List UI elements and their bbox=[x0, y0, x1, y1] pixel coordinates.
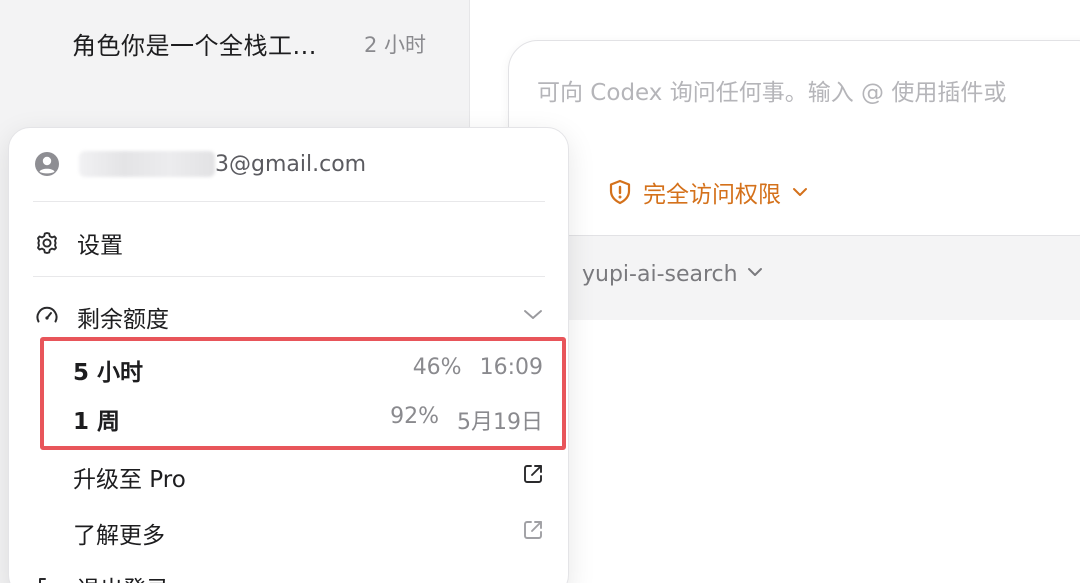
thread-time: 2 小时 bbox=[364, 33, 427, 57]
quota-row-5h: 5 小时 46% 16:09 bbox=[73, 349, 543, 389]
quota-percent: 92% bbox=[390, 404, 439, 429]
composer[interactable]: 可向 Codex 询问任何事。输入 @ 使用插件或 完全访问权限 bbox=[508, 40, 1080, 236]
account-menu: 3@gmail.com 设置 剩余额度 5 小时 46% 16:09 1 周 9… bbox=[8, 127, 569, 583]
thread-item[interactable]: 角色你是一个全栈工... 2 小时 bbox=[0, 18, 470, 64]
learn-more-menu-item[interactable]: 了解更多 bbox=[73, 516, 545, 550]
gauge-icon bbox=[33, 303, 61, 331]
access-permission-button[interactable]: 完全访问权限 bbox=[607, 175, 809, 209]
divider bbox=[33, 201, 545, 202]
external-link-icon bbox=[521, 518, 545, 546]
warning-shield-icon bbox=[607, 179, 633, 205]
learn-more-label: 了解更多 bbox=[73, 523, 165, 549]
quota-reset-time: 5月19日 bbox=[457, 410, 543, 435]
logout-label: 退出登录 bbox=[77, 570, 169, 583]
external-link-icon bbox=[521, 462, 545, 490]
quota-row-1w: 1 周 92% 5月19日 bbox=[73, 398, 543, 438]
divider bbox=[33, 276, 545, 277]
quota-label: 剩余额度 bbox=[77, 307, 169, 333]
quota-period-label: 5 小时 bbox=[73, 360, 144, 386]
settings-menu-item[interactable]: 设置 bbox=[33, 226, 545, 260]
thread-title: 角色你是一个全栈工... bbox=[72, 32, 317, 60]
logout-menu-item[interactable]: 退出登录 bbox=[33, 570, 545, 583]
upgrade-label: 升级至 Pro bbox=[73, 467, 186, 493]
gear-icon bbox=[33, 229, 61, 257]
quota-period-label: 1 周 bbox=[73, 409, 121, 435]
access-permission-label: 完全访问权限 bbox=[643, 182, 781, 208]
composer-input[interactable]: 可向 Codex 询问任何事。输入 @ 使用插件或 bbox=[537, 73, 1006, 107]
account-email: 3@gmail.com bbox=[215, 151, 367, 177]
chevron-down-icon bbox=[746, 262, 764, 287]
user-avatar-icon bbox=[33, 150, 61, 178]
email-redacted bbox=[79, 151, 215, 177]
project-selector[interactable]: yupi-ai-search bbox=[582, 262, 764, 287]
settings-label: 设置 bbox=[77, 233, 123, 259]
chevron-down-icon bbox=[791, 183, 809, 201]
account-email-row: 3@gmail.com bbox=[33, 150, 545, 178]
project-name: yupi-ai-search bbox=[582, 262, 738, 287]
chevron-down-icon bbox=[521, 302, 545, 330]
upgrade-pro-menu-item[interactable]: 升级至 Pro bbox=[73, 460, 545, 494]
quota-reset-time: 16:09 bbox=[479, 355, 543, 380]
logout-icon bbox=[33, 573, 61, 583]
quota-percent: 46% bbox=[412, 355, 462, 380]
quota-menu-item[interactable]: 剩余额度 bbox=[33, 300, 545, 334]
